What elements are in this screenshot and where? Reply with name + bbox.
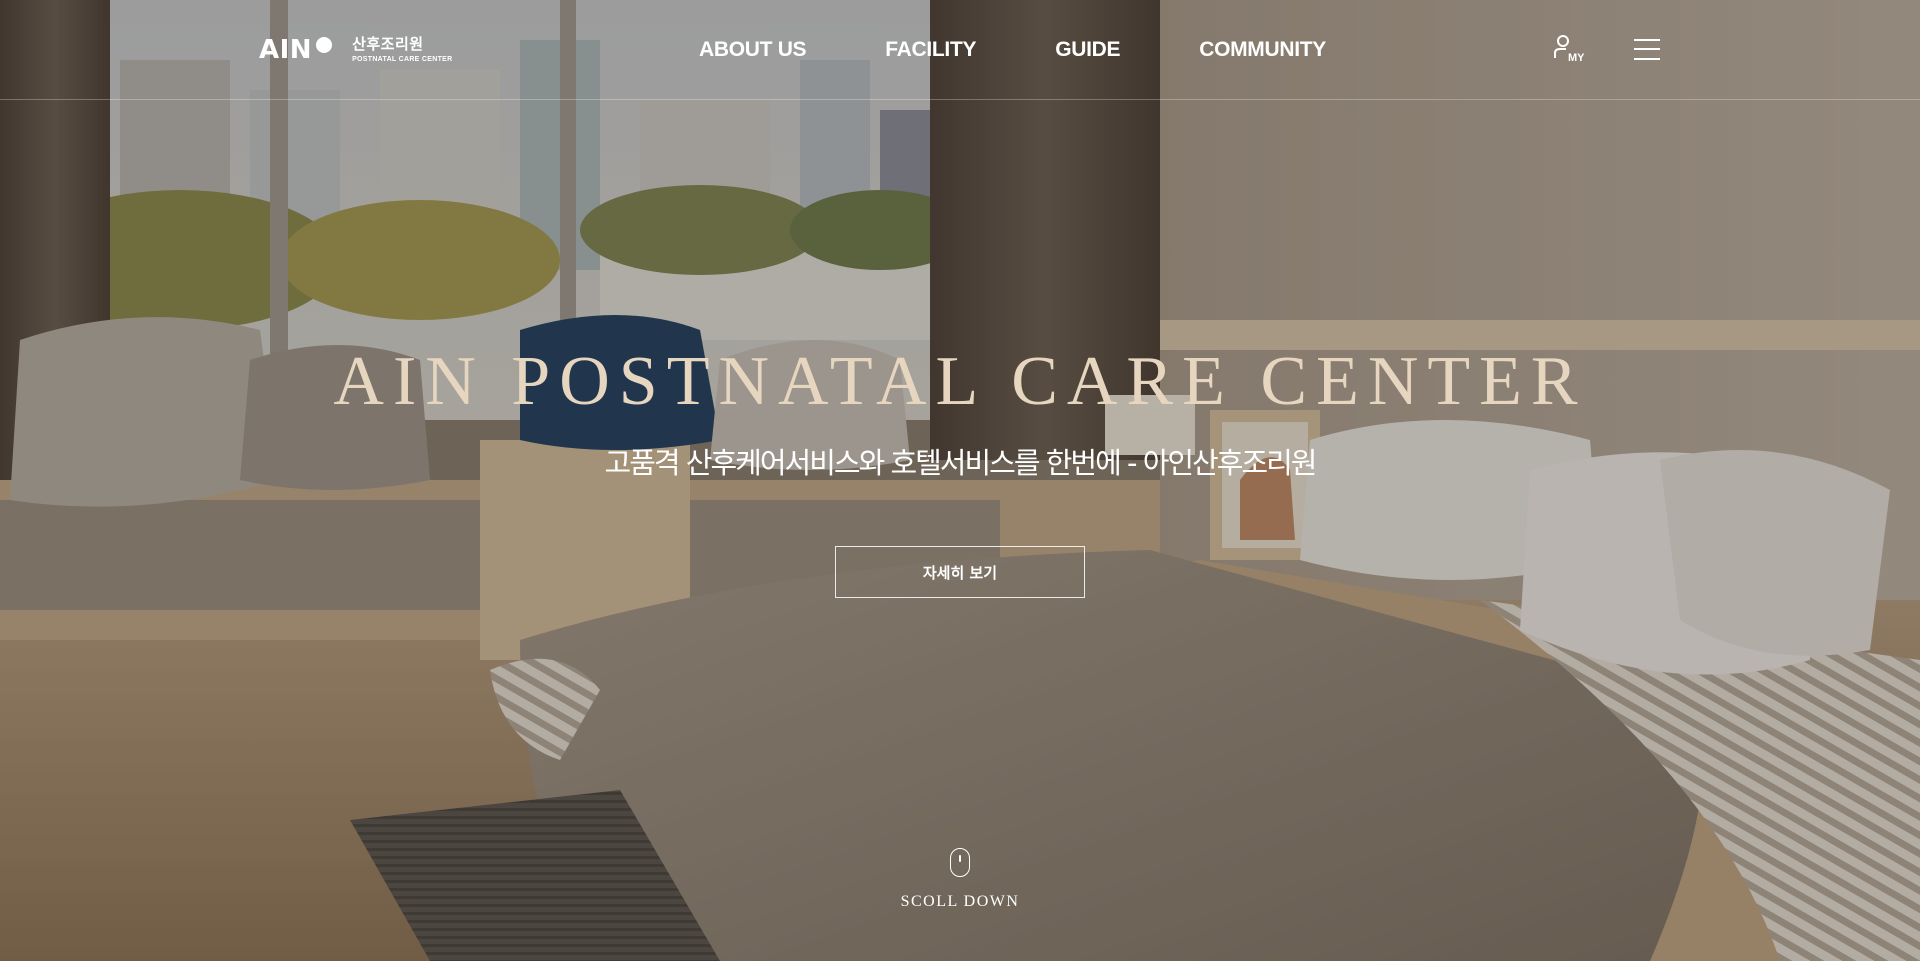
my-label: MY xyxy=(1568,52,1585,64)
nav-item-about-us[interactable]: ABOUT US xyxy=(699,38,807,62)
hero-section: AIN 산후조리원 POSTNATAL CARE CENTER ABOUT US… xyxy=(0,0,1920,961)
mouse-icon xyxy=(950,848,970,877)
logo-dot xyxy=(316,37,333,53)
hero-title: AIN POSTNATAL CARE CENTER xyxy=(333,343,1587,420)
logo-english-text: POSTNATAL CARE CENTER xyxy=(352,56,453,63)
view-details-button[interactable]: 자세히 보기 xyxy=(835,546,1085,598)
scroll-down-indicator[interactable]: SCOLL DOWN xyxy=(860,848,1060,912)
scroll-down-label: SCOLL DOWN xyxy=(900,893,1020,910)
my-page-button[interactable]: MY xyxy=(1553,34,1589,66)
nav-item-community[interactable]: COMMUNITY xyxy=(1199,38,1326,62)
hero-subtitle: 고품격 산후케어서비스와 호텔서비스를 한번에 - 아인산후조리원 xyxy=(604,446,1318,480)
nav-item-guide[interactable]: GUIDE xyxy=(1055,38,1120,62)
menu-line xyxy=(1634,48,1660,50)
main-navigation: ABOUT US FACILITY GUIDE COMMUNITY xyxy=(699,38,1326,62)
logo-korean-text: 산후조리원 xyxy=(352,35,424,53)
logo-mark: AIN xyxy=(259,35,313,65)
menu-line xyxy=(1634,39,1660,41)
site-header: AIN 산후조리원 POSTNATAL CARE CENTER ABOUT US… xyxy=(0,0,1920,100)
site-logo[interactable]: AIN 산후조리원 POSTNATAL CARE CENTER xyxy=(259,36,452,64)
mouse-wheel xyxy=(959,855,961,862)
menu-line xyxy=(1634,58,1660,60)
nav-item-facility[interactable]: FACILITY xyxy=(885,38,976,62)
logo-subtitle: 산후조리원 POSTNATAL CARE CENTER xyxy=(352,36,452,64)
hamburger-menu-icon[interactable] xyxy=(1634,38,1660,62)
